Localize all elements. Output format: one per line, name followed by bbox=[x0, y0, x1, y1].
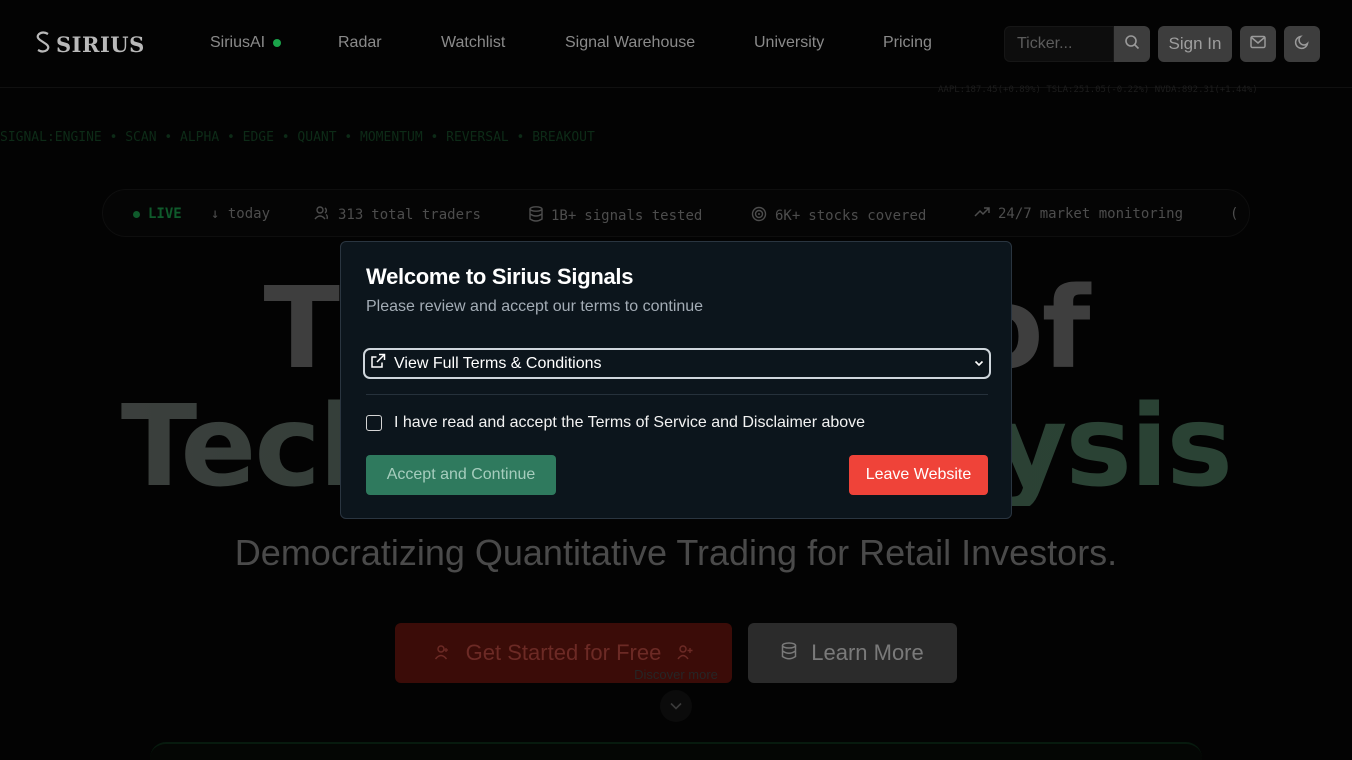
chevron-down-icon bbox=[973, 356, 985, 374]
modal-description: Please review and accept our terms to co… bbox=[366, 298, 704, 315]
modal-divider bbox=[366, 394, 988, 395]
terms-conditions-dropdown[interactable]: View Full Terms & Conditions bbox=[363, 348, 991, 379]
accept-continue-button[interactable]: Accept and Continue bbox=[366, 455, 556, 495]
leave-website-button[interactable]: Leave Website bbox=[849, 455, 988, 495]
modal-title: Welcome to Sirius Signals bbox=[366, 264, 634, 289]
accept-terms-label[interactable]: I have read and accept the Terms of Serv… bbox=[394, 414, 865, 432]
external-link-icon bbox=[370, 353, 386, 374]
accept-terms-checkbox[interactable] bbox=[366, 415, 382, 431]
terms-link-label: View Full Terms & Conditions bbox=[394, 354, 602, 372]
terms-modal: Welcome to Sirius Signals Please review … bbox=[340, 241, 1012, 519]
